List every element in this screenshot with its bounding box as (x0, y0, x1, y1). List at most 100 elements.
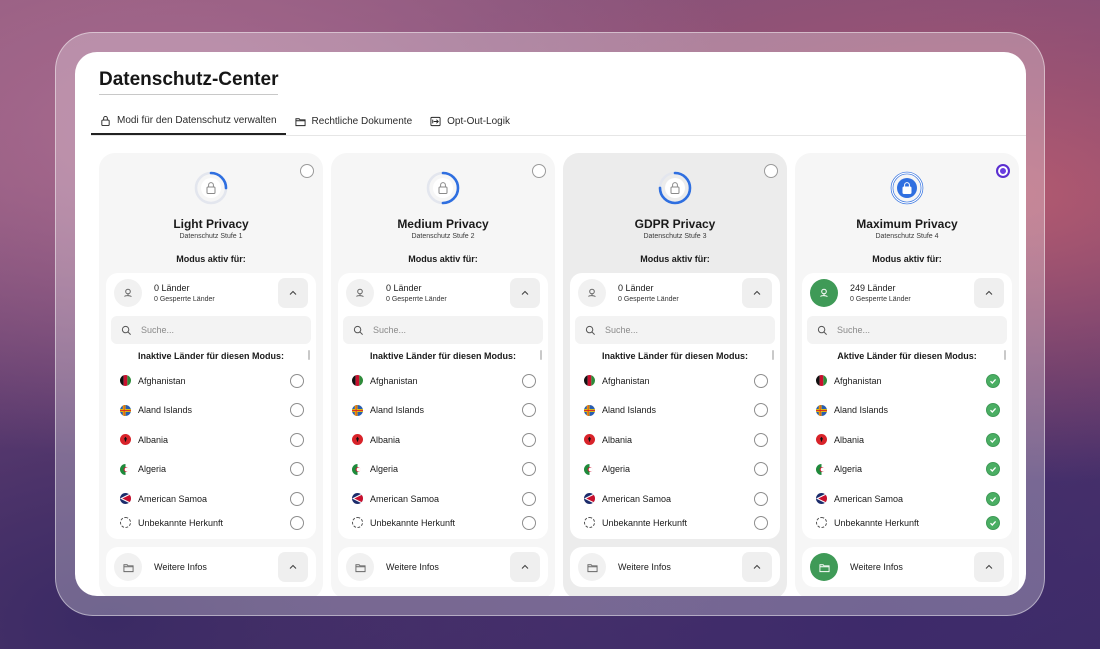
collapse-button[interactable] (510, 278, 540, 308)
country-select-radio[interactable] (754, 462, 768, 477)
country-list-item[interactable]: Algeria (816, 455, 1000, 485)
country-list-item[interactable]: Albania (352, 425, 536, 455)
country-list-item[interactable]: Aland Islands (120, 396, 304, 426)
algeria-flag-icon (816, 463, 827, 475)
tab-legal-documents[interactable]: Rechtliche Dokumente (286, 108, 422, 135)
country-search-box[interactable] (111, 316, 311, 344)
country-list-item[interactable]: Albania (120, 425, 304, 455)
mode-select-radio[interactable] (532, 164, 546, 178)
country-list-item[interactable]: American Samoa (816, 484, 1000, 514)
info-folder-icon-wrap (810, 553, 838, 581)
country-select-radio[interactable] (522, 491, 536, 506)
country-list-item[interactable]: Unbekannte Herkunft (120, 514, 304, 532)
country-select-radio[interactable] (522, 432, 536, 447)
country-list-item[interactable]: Aland Islands (584, 396, 768, 426)
country-list-item[interactable]: Algeria (584, 455, 768, 485)
mode-select-radio[interactable] (996, 164, 1010, 178)
country-select-radio[interactable] (522, 403, 536, 418)
more-info-row[interactable]: Weitere Infos (570, 547, 780, 587)
mode-select-radio[interactable] (300, 164, 314, 178)
more-info-row[interactable]: Weitere Infos (106, 547, 316, 587)
country-select-radio[interactable] (754, 403, 768, 418)
tab-opt-out-logic[interactable]: Opt-Out-Logik (421, 108, 519, 135)
country-list-heading: Inaktive Länder für diesen Modus: (369, 351, 517, 361)
country-name: Unbekannte Herkunft (370, 517, 456, 528)
country-list-item[interactable]: Unbekannte Herkunft (352, 514, 536, 532)
more-info-row[interactable]: Weitere Infos (338, 547, 548, 587)
country-list-item[interactable]: Algeria (352, 455, 536, 485)
country-list-item[interactable]: American Samoa (120, 484, 304, 514)
country-name: American Samoa (370, 493, 440, 504)
privacy-mode-card-1[interactable]: Light Privacy Datenschutz Stufe 1 Modus … (99, 153, 323, 596)
mode-select-radio[interactable] (764, 164, 778, 178)
country-search-box[interactable] (575, 316, 775, 344)
collapse-button[interactable] (278, 278, 308, 308)
country-select-radio[interactable] (754, 432, 768, 447)
country-search-box[interactable] (343, 316, 543, 344)
country-select-radio[interactable] (754, 373, 768, 388)
more-info-row[interactable]: Weitere Infos (802, 547, 1012, 587)
more-info-label: Weitere Infos (154, 562, 207, 572)
country-list-item[interactable]: Afghanistan (816, 366, 1000, 396)
country-select-radio[interactable] (522, 373, 536, 388)
country-name: Albania (834, 434, 865, 445)
country-checked-icon[interactable] (986, 373, 1000, 388)
country-select-radio[interactable] (290, 432, 304, 447)
country-select-radio[interactable] (290, 373, 304, 388)
country-list-item[interactable]: Unbekannte Herkunft (584, 514, 768, 532)
aland-islands-flag-icon (120, 404, 131, 416)
expand-info-button[interactable] (974, 552, 1004, 582)
privacy-mode-card-2[interactable]: Medium Privacy Datenschutz Stufe 2 Modus… (331, 153, 555, 596)
country-select-radio[interactable] (290, 491, 304, 506)
privacy-mode-card-3[interactable]: GDPR Privacy Datenschutz Stufe 3 Modus a… (563, 153, 787, 596)
active-for-label: Modus aktiv für: (640, 254, 710, 264)
list-scrollbar[interactable] (1004, 350, 1006, 360)
country-select-radio[interactable] (290, 462, 304, 477)
country-checked-icon[interactable] (986, 462, 1000, 477)
list-scrollbar[interactable] (308, 350, 310, 360)
list-scrollbar[interactable] (540, 350, 542, 360)
country-list-item[interactable]: Albania (816, 425, 1000, 455)
collapse-button[interactable] (742, 278, 772, 308)
country-list-item[interactable]: Aland Islands (816, 396, 1000, 426)
country-list-item[interactable]: American Samoa (352, 484, 536, 514)
country-list-item[interactable]: Albania (584, 425, 768, 455)
expand-info-button[interactable] (510, 552, 540, 582)
country-checked-icon[interactable] (986, 515, 1000, 530)
privacy-mode-card-4[interactable]: Maximum Privacy Datenschutz Stufe 4 Modu… (795, 153, 1019, 596)
search-input[interactable] (373, 325, 513, 335)
country-list-item[interactable]: Afghanistan (120, 366, 304, 396)
expand-info-button[interactable] (278, 552, 308, 582)
country-checked-icon[interactable] (986, 491, 1000, 506)
country-list-item[interactable]: American Samoa (584, 484, 768, 514)
country-list: Afghanistan Aland Islands Albania Algeria Am… (584, 366, 768, 532)
country-list-item[interactable]: Unbekannte Herkunft (816, 514, 1000, 532)
search-input[interactable] (837, 325, 977, 335)
list-scrollbar[interactable] (772, 350, 774, 360)
algeria-flag-icon (584, 463, 595, 475)
country-select-radio[interactable] (290, 515, 304, 530)
expand-info-button[interactable] (742, 552, 772, 582)
active-for-label: Modus aktiv für: (176, 254, 246, 264)
country-select-radio[interactable] (754, 515, 768, 530)
search-icon (585, 325, 595, 335)
unknown-origin-icon (816, 517, 827, 528)
country-name: American Samoa (834, 493, 904, 504)
country-select-radio[interactable] (522, 515, 536, 530)
country-select-radio[interactable] (290, 403, 304, 418)
country-list-item[interactable]: Algeria (120, 455, 304, 485)
country-search-box[interactable] (807, 316, 1007, 344)
country-list-item[interactable]: Aland Islands (352, 396, 536, 426)
country-list-item[interactable]: Afghanistan (584, 366, 768, 396)
chevron-up-icon (521, 564, 529, 569)
country-list-item[interactable]: Afghanistan (352, 366, 536, 396)
country-checked-icon[interactable] (986, 403, 1000, 418)
search-input[interactable] (141, 325, 281, 335)
collapse-button[interactable] (974, 278, 1004, 308)
country-select-radio[interactable] (754, 491, 768, 506)
country-checked-icon[interactable] (986, 432, 1000, 447)
search-input[interactable] (605, 325, 745, 335)
tab-manage-privacy-modes[interactable]: Modi für den Datenschutz verwalten (91, 108, 286, 135)
country-select-radio[interactable] (522, 462, 536, 477)
country-name: Algeria (834, 464, 863, 475)
